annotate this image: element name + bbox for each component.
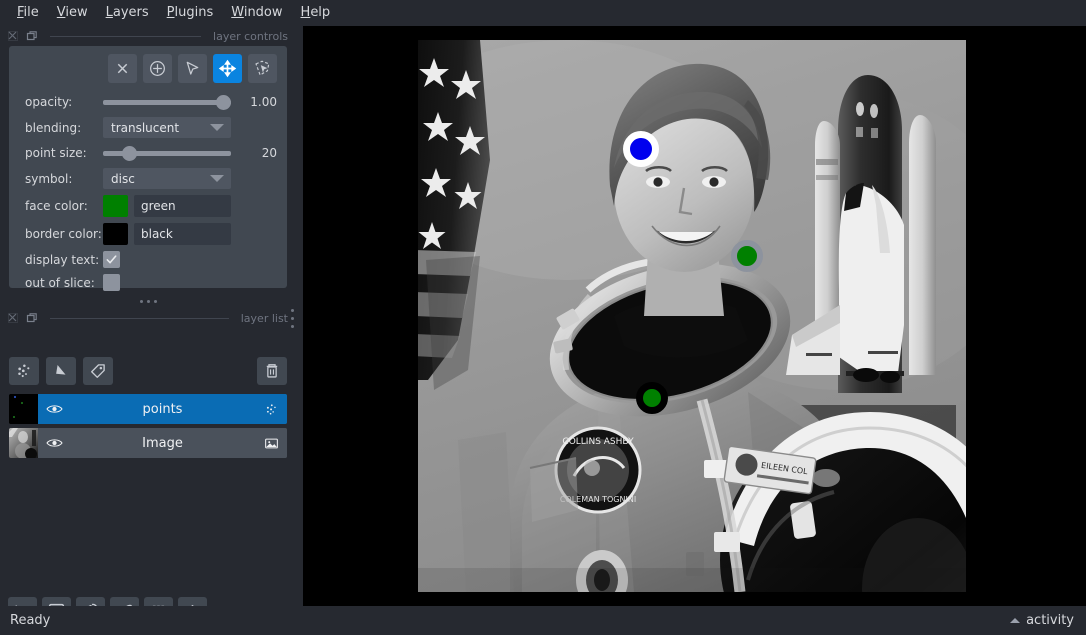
main-splitter-vertical[interactable] bbox=[287, 300, 297, 336]
svg-text:COLLINS ASHBY: COLLINS ASHBY bbox=[562, 437, 634, 447]
visibility-eye-icon[interactable] bbox=[46, 403, 64, 415]
new-labels-layer-button[interactable] bbox=[83, 357, 113, 385]
symbol-combobox[interactable]: disc bbox=[103, 168, 231, 189]
points-controls-grid: opacity: 1.00 blending: translucent poin… bbox=[17, 93, 277, 291]
display-text-label: display text: bbox=[25, 252, 100, 267]
points-tool-row bbox=[17, 54, 277, 83]
add-points-button[interactable] bbox=[143, 54, 172, 83]
dock-title-rule bbox=[50, 317, 229, 319]
status-message: Ready bbox=[10, 613, 51, 628]
point-size-slider[interactable] bbox=[103, 144, 231, 162]
opacity-slider[interactable] bbox=[103, 93, 231, 111]
status-bar: Ready activity bbox=[0, 606, 1086, 635]
blending-field: translucent bbox=[103, 117, 277, 138]
symbol-field: disc bbox=[103, 168, 277, 189]
layer-controls-dock-title: layer controls bbox=[0, 26, 296, 46]
menu-help[interactable]: Help bbox=[292, 2, 340, 24]
menu-window[interactable]: Window bbox=[222, 2, 291, 24]
opacity-field: 1.00 bbox=[103, 93, 277, 111]
float-dock-icon[interactable] bbox=[6, 30, 19, 43]
dock-title-rule bbox=[50, 35, 202, 37]
display-text-field bbox=[103, 251, 277, 268]
layer-list-title-text: layer list bbox=[240, 311, 288, 325]
dock-splitter-horizontal[interactable] bbox=[0, 296, 296, 306]
close-dock-icon[interactable] bbox=[25, 312, 38, 325]
chevron-down-icon bbox=[210, 124, 224, 131]
layer-row-points[interactable]: points bbox=[9, 394, 287, 424]
transform-button[interactable] bbox=[248, 54, 277, 83]
point-size-value: 20 bbox=[261, 146, 277, 160]
menu-plugins[interactable]: Plugins bbox=[158, 2, 223, 24]
layer-row-body[interactable]: Image bbox=[38, 428, 287, 458]
new-shapes-layer-button[interactable] bbox=[46, 357, 76, 385]
face-color-label: face color: bbox=[25, 199, 88, 213]
out-of-slice-checkbox[interactable] bbox=[103, 274, 120, 291]
border-color-swatch[interactable] bbox=[103, 223, 128, 245]
delete-selected-points-button[interactable] bbox=[108, 54, 137, 83]
border-color-label: border color: bbox=[25, 227, 102, 241]
border-color-field: black bbox=[103, 223, 277, 245]
layer-name-label: points bbox=[142, 401, 183, 417]
face-color-text[interactable]: green bbox=[134, 195, 231, 217]
chevron-down-icon bbox=[210, 175, 224, 182]
delete-layer-button[interactable] bbox=[257, 357, 287, 385]
left-dock-panel: layer controls opacity: 1.00 blending: t… bbox=[0, 26, 296, 626]
layer-row-image[interactable]: Image bbox=[9, 428, 287, 458]
activity-button[interactable]: activity bbox=[1010, 613, 1074, 628]
chevron-up-icon bbox=[1010, 618, 1021, 623]
layer-controls-title-text: layer controls bbox=[213, 29, 288, 43]
layer-row-body[interactable]: points bbox=[38, 394, 287, 424]
opacity-label: opacity: bbox=[25, 95, 73, 109]
point-size-field: 20 bbox=[103, 144, 277, 162]
point-size-label: point size: bbox=[25, 146, 87, 160]
points-layer-thumbnail bbox=[9, 394, 38, 424]
image-layer-type-icon bbox=[261, 436, 279, 451]
layer-name-label: Image bbox=[142, 435, 183, 451]
face-color-swatch[interactable] bbox=[103, 195, 128, 217]
points-layer-type-icon bbox=[261, 402, 279, 417]
face-color-field: green bbox=[103, 195, 277, 217]
menu-file[interactable]: File bbox=[8, 2, 48, 24]
point-marker[interactable] bbox=[623, 131, 659, 167]
menu-view[interactable]: View bbox=[48, 2, 97, 24]
point-marker[interactable] bbox=[731, 240, 763, 272]
select-points-button[interactable] bbox=[178, 54, 207, 83]
out-of-slice-label: out of slice: bbox=[25, 275, 95, 290]
viewer-canvas[interactable]: COLLINS ASHBY COLEMAN TOGNINI EILEEN COL bbox=[303, 26, 1086, 606]
blending-combobox[interactable]: translucent bbox=[103, 117, 231, 138]
opacity-value: 1.00 bbox=[250, 95, 277, 109]
layer-list-button-row bbox=[9, 356, 287, 386]
float-dock-icon[interactable] bbox=[6, 312, 19, 325]
image-layer-thumbnail bbox=[9, 428, 38, 458]
point-marker[interactable] bbox=[636, 382, 668, 414]
layer-list: points Image bbox=[9, 394, 287, 462]
layer-controls-panel: opacity: 1.00 blending: translucent poin… bbox=[9, 46, 287, 291]
opacity-slider-track bbox=[103, 99, 231, 105]
close-dock-icon[interactable] bbox=[25, 30, 38, 43]
blending-label: blending: bbox=[25, 120, 82, 135]
point-size-slider-handle[interactable] bbox=[121, 145, 137, 161]
opacity-slider-handle[interactable] bbox=[216, 94, 231, 110]
visibility-eye-icon[interactable] bbox=[46, 437, 64, 449]
new-points-layer-button[interactable] bbox=[9, 357, 39, 385]
out-of-slice-field bbox=[103, 274, 277, 291]
blending-value: translucent bbox=[111, 120, 180, 135]
display-text-checkbox[interactable] bbox=[103, 251, 120, 268]
astronaut-image-layer: COLLINS ASHBY COLEMAN TOGNINI EILEEN COL bbox=[418, 40, 966, 592]
layer-list-dock-title: layer list bbox=[0, 308, 296, 328]
menu-layers[interactable]: Layers bbox=[97, 2, 158, 24]
symbol-value: disc bbox=[111, 171, 135, 186]
border-color-text[interactable]: black bbox=[134, 223, 231, 245]
menu-bar: File View Layers Plugins Window Help bbox=[0, 0, 1086, 26]
pan-zoom-button[interactable] bbox=[213, 54, 242, 83]
symbol-label: symbol: bbox=[25, 171, 73, 186]
activity-label: activity bbox=[1026, 613, 1074, 628]
